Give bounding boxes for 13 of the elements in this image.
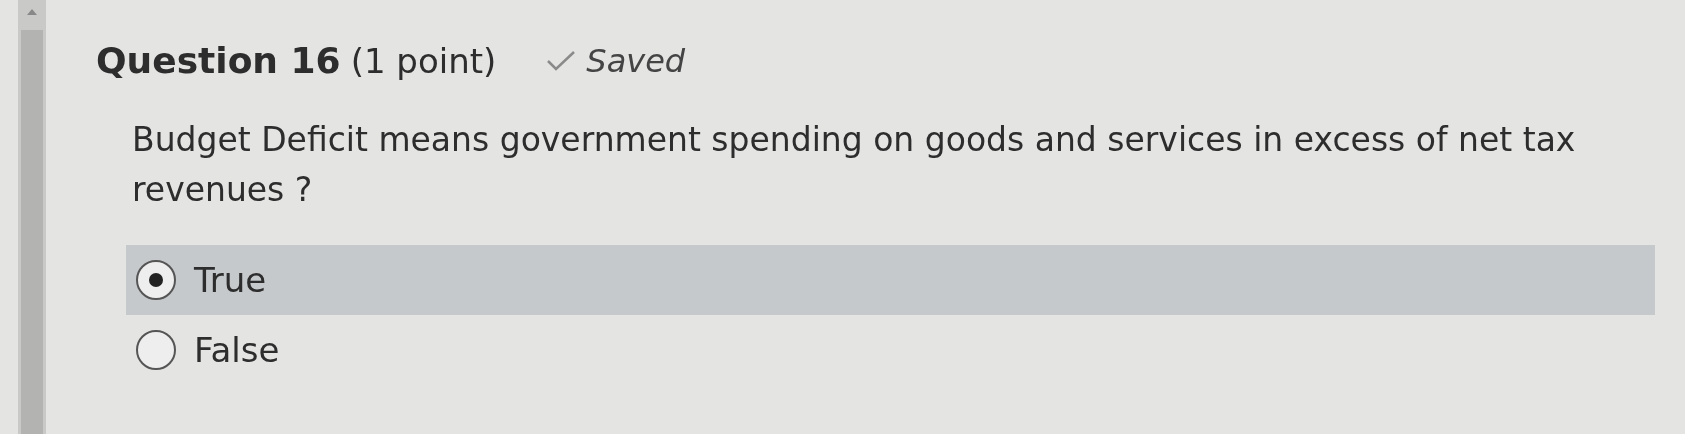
option-label: False xyxy=(194,330,280,370)
radio-button[interactable] xyxy=(136,330,176,370)
checkmark-icon xyxy=(546,49,577,72)
scroll-up-icon[interactable] xyxy=(26,8,38,16)
question-text: Budget Deficit means government spending on goods and services in excess of net tax revenues ? xyxy=(132,119,1577,211)
selected-option-row[interactable]: True xyxy=(126,245,1655,315)
scrollbar[interactable] xyxy=(18,0,46,434)
question-points: (1 point) xyxy=(350,40,497,81)
option-label: True xyxy=(194,260,267,300)
radio-button[interactable] xyxy=(136,260,176,300)
option-row[interactable]: False xyxy=(126,315,1655,385)
saved-status: Saved xyxy=(586,41,686,80)
question-title: Question 16 xyxy=(96,40,341,81)
